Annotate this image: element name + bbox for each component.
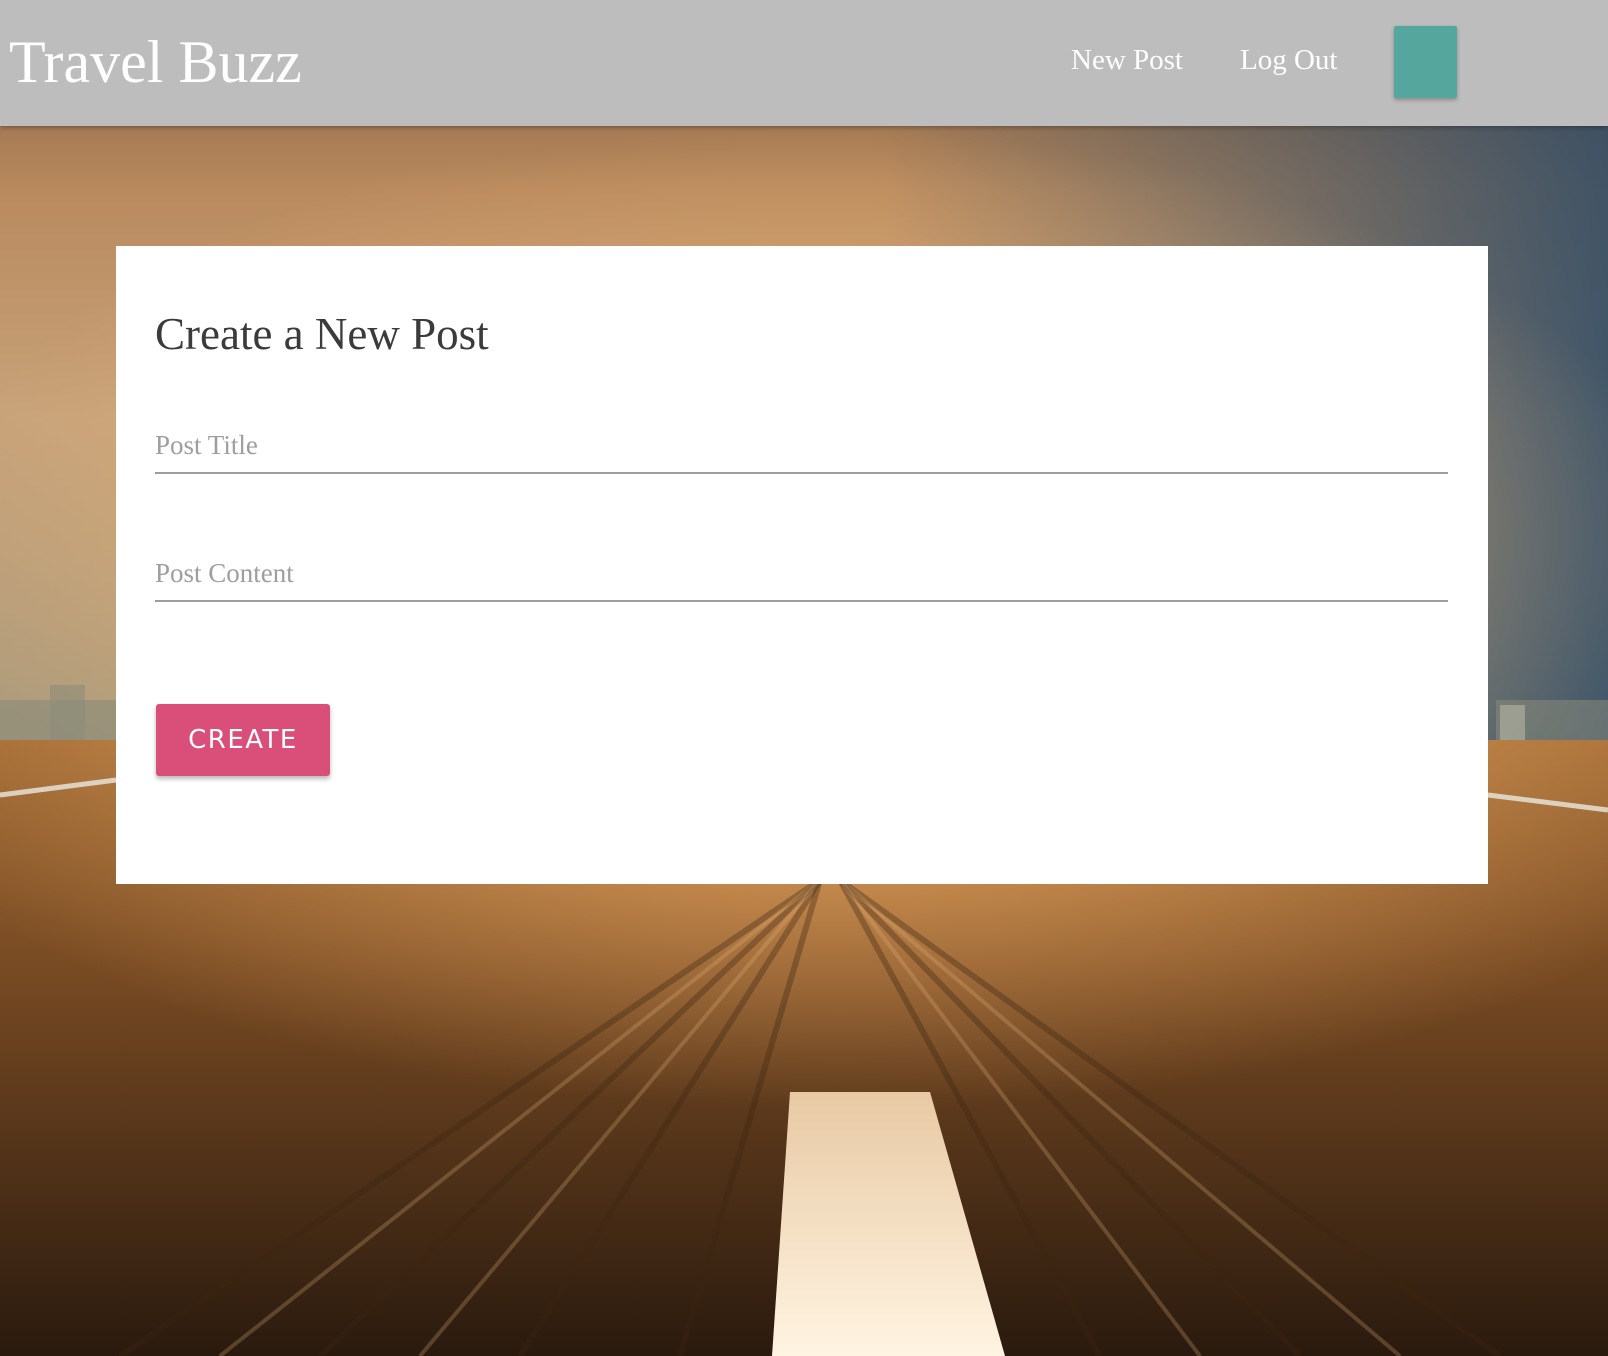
nav-new-post-link[interactable]: New Post — [1071, 42, 1183, 78]
page-title: Create a New Post — [155, 309, 489, 359]
post-title-input[interactable] — [155, 418, 1448, 474]
new-post-form-card: Create a New Post CREATE — [116, 246, 1488, 884]
brand-logo-link[interactable]: Travel Buzz — [9, 26, 302, 98]
top-navbar: Travel Buzz New Post Log Out — [0, 0, 1608, 126]
nav-menu-button[interactable] — [1394, 26, 1457, 98]
create-button[interactable]: CREATE — [156, 704, 330, 776]
post-content-input[interactable] — [155, 546, 1448, 602]
nav-log-out-link[interactable]: Log Out — [1240, 42, 1337, 78]
